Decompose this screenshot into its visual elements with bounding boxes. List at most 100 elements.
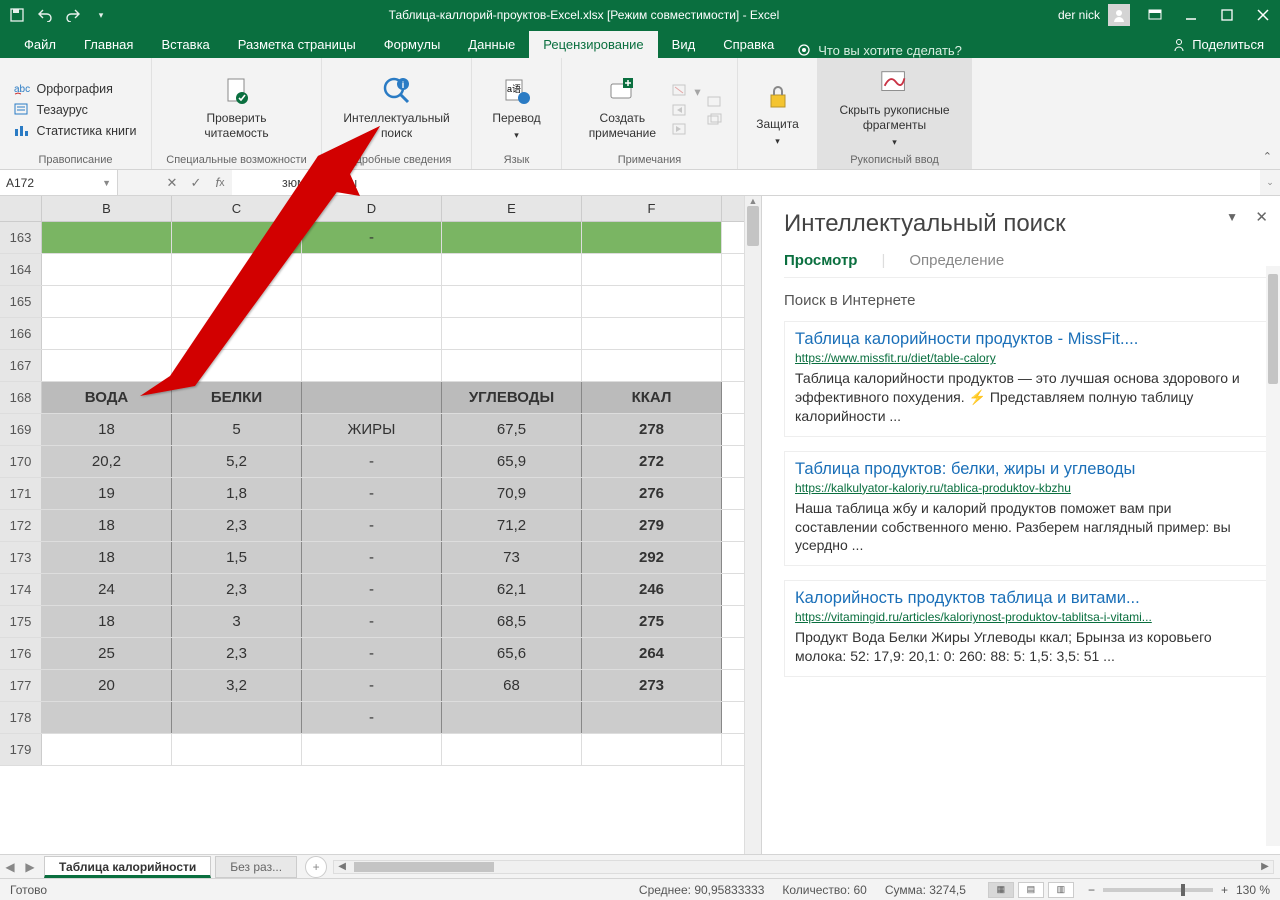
cell[interactable]: 5,2 <box>172 446 302 477</box>
cell[interactable] <box>442 286 582 317</box>
cell[interactable] <box>42 254 172 285</box>
tab-рецензирование[interactable]: Рецензирование <box>529 31 657 58</box>
cell[interactable] <box>582 734 722 765</box>
row-header[interactable]: 174 <box>0 574 42 605</box>
cell[interactable]: 272 <box>582 446 722 477</box>
tab-справка[interactable]: Справка <box>709 31 788 58</box>
column-header[interactable]: C <box>172 196 302 221</box>
cell[interactable] <box>172 702 302 733</box>
result-title[interactable]: Калорийность продуктов таблица и витами.… <box>795 589 1257 608</box>
cell[interactable] <box>42 286 172 317</box>
cell[interactable] <box>582 350 722 381</box>
cell[interactable]: 279 <box>582 510 722 541</box>
zoom-in-button[interactable]: + <box>1221 883 1228 897</box>
column-header[interactable]: F <box>582 196 722 221</box>
pane-scrollbar[interactable] <box>1266 266 1280 846</box>
cell[interactable]: - <box>302 510 442 541</box>
column-header[interactable]: D <box>302 196 442 221</box>
sheet-nav-prev-icon[interactable]: ◀ <box>0 860 20 874</box>
tab-вставка[interactable]: Вставка <box>147 31 223 58</box>
cell[interactable] <box>302 286 442 317</box>
cell[interactable]: 73 <box>442 542 582 573</box>
cell[interactable] <box>302 734 442 765</box>
cell[interactable] <box>302 350 442 381</box>
cell[interactable] <box>172 734 302 765</box>
cell[interactable]: 2,3 <box>172 638 302 669</box>
cell[interactable]: 71,2 <box>442 510 582 541</box>
maximize-icon[interactable] <box>1218 9 1236 21</box>
result-url[interactable]: https://vitamingid.ru/articles/kaloriyno… <box>795 610 1257 624</box>
cell[interactable]: 3 <box>172 606 302 637</box>
redo-icon[interactable] <box>64 6 82 24</box>
cell[interactable] <box>582 286 722 317</box>
row-header[interactable]: 172 <box>0 510 42 541</box>
tab-вид[interactable]: Вид <box>658 31 710 58</box>
cell[interactable]: 19 <box>42 478 172 509</box>
cell[interactable]: 2,3 <box>172 510 302 541</box>
cell[interactable]: - <box>302 638 442 669</box>
tell-me-input[interactable]: Что вы хотите сделать? <box>796 42 962 58</box>
cell[interactable]: 24 <box>42 574 172 605</box>
pane-close-icon[interactable]: ✕ <box>1255 208 1268 226</box>
pane-tab-explore[interactable]: Просмотр <box>784 252 857 269</box>
row-header[interactable]: 165 <box>0 286 42 317</box>
page-layout-view-icon[interactable]: ▤ <box>1018 882 1044 898</box>
cell[interactable] <box>442 350 582 381</box>
cell[interactable] <box>172 350 302 381</box>
spelling-item[interactable]: abcОрфография <box>14 80 136 98</box>
cell[interactable]: 18 <box>42 510 172 541</box>
cell[interactable]: 20 <box>42 670 172 701</box>
row-header[interactable]: 170 <box>0 446 42 477</box>
add-sheet-button[interactable]: + <box>305 856 327 878</box>
cell[interactable] <box>302 318 442 349</box>
normal-view-icon[interactable]: ▦ <box>988 882 1014 898</box>
row-header[interactable]: 167 <box>0 350 42 381</box>
zoom-out-button[interactable]: − <box>1088 883 1095 897</box>
cell[interactable] <box>172 286 302 317</box>
cell[interactable]: ВОДА <box>42 382 172 413</box>
cell[interactable]: - <box>302 478 442 509</box>
cell[interactable]: 20,2 <box>42 446 172 477</box>
name-box[interactable]: A172▼ <box>0 170 118 195</box>
cell[interactable] <box>442 734 582 765</box>
result-title[interactable]: Таблица продуктов: белки, жиры и углевод… <box>795 460 1257 479</box>
cell[interactable]: 276 <box>582 478 722 509</box>
cell[interactable] <box>302 254 442 285</box>
close-icon[interactable] <box>1254 9 1272 21</box>
cell[interactable] <box>42 702 172 733</box>
select-all-corner[interactable] <box>0 196 42 221</box>
show-all-comments-button[interactable] <box>707 112 723 128</box>
row-header[interactable]: 168 <box>0 382 42 413</box>
cell[interactable] <box>582 702 722 733</box>
cell[interactable] <box>42 318 172 349</box>
cell[interactable]: 62,1 <box>442 574 582 605</box>
cell[interactable]: 68,5 <box>442 606 582 637</box>
cell[interactable]: ЖИРЫ <box>302 414 442 445</box>
row-header[interactable]: 177 <box>0 670 42 701</box>
cell[interactable]: 275 <box>582 606 722 637</box>
undo-icon[interactable] <box>36 6 54 24</box>
cell[interactable]: БЕЛКИ <box>172 382 302 413</box>
user-name[interactable]: der nick <box>1058 8 1100 22</box>
cell[interactable] <box>42 350 172 381</box>
cell[interactable]: - <box>302 606 442 637</box>
prev-comment-button[interactable] <box>672 103 700 119</box>
cell[interactable] <box>442 702 582 733</box>
collapse-ribbon-icon[interactable]: ⌃ <box>1263 150 1272 163</box>
search-result[interactable]: Калорийность продуктов таблица и витами.… <box>784 580 1268 677</box>
page-break-view-icon[interactable]: ▥ <box>1048 882 1074 898</box>
result-url[interactable]: https://kalkulyator-kaloriy.ru/tablica-p… <box>795 481 1257 495</box>
cell[interactable]: 5 <box>172 414 302 445</box>
cell[interactable]: 1,8 <box>172 478 302 509</box>
search-result[interactable]: Таблица калорийности продуктов - MissFit… <box>784 321 1268 437</box>
row-header[interactable]: 175 <box>0 606 42 637</box>
cell[interactable]: 292 <box>582 542 722 573</box>
check-readability-button[interactable]: Проверить читаемость <box>187 71 287 145</box>
cell[interactable] <box>42 734 172 765</box>
enter-icon[interactable]: ✓ <box>184 170 208 195</box>
cell[interactable]: 18 <box>42 414 172 445</box>
cell[interactable] <box>172 254 302 285</box>
cell[interactable]: 70,9 <box>442 478 582 509</box>
cell[interactable]: 2,3 <box>172 574 302 605</box>
cell[interactable]: 18 <box>42 542 172 573</box>
